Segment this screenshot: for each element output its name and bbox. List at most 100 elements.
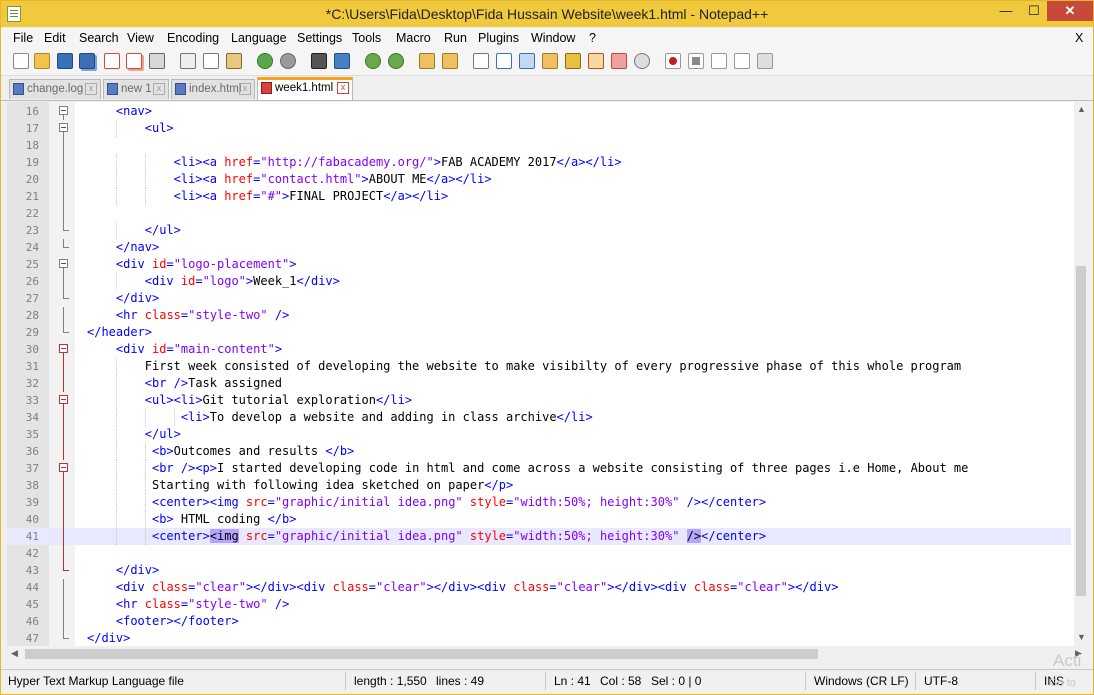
code-line[interactable]: 35 </ul> — [7, 426, 1071, 443]
menu-language[interactable]: Language — [231, 31, 287, 45]
code-line[interactable]: 43 </div> — [7, 562, 1071, 579]
code-line[interactable]: 44 <div class="clear"></div><div class="c… — [7, 579, 1071, 596]
save-icon[interactable] — [57, 53, 73, 69]
horizontal-scroll-thumb[interactable] — [25, 649, 818, 659]
code-line[interactable]: 42 — [7, 545, 1071, 562]
indent-guide-icon[interactable] — [519, 53, 535, 69]
save-macro-icon[interactable] — [757, 53, 773, 69]
play-macro-icon[interactable] — [711, 53, 727, 69]
code-line[interactable]: 46 <footer></footer> — [7, 613, 1071, 630]
menu-view[interactable]: View — [127, 31, 154, 45]
replace-icon[interactable] — [334, 53, 350, 69]
code-line[interactable]: 37 <br /><p>I started developing code in … — [7, 460, 1071, 477]
menu-file[interactable]: File — [13, 31, 33, 45]
code-line[interactable]: 32 <br />Task assigned — [7, 375, 1071, 392]
menu-help[interactable]: ? — [589, 31, 596, 45]
close-window-button[interactable]: ✕ — [1047, 1, 1093, 21]
code-line[interactable]: 28 <hr class="style-two" /> — [7, 307, 1071, 324]
tab-close-icon[interactable]: x — [153, 83, 165, 95]
tab-close-icon[interactable]: x — [85, 83, 97, 95]
fold-toggle-icon[interactable] — [59, 259, 68, 268]
sync-horizontal-icon[interactable] — [442, 53, 458, 69]
vertical-scroll-thumb[interactable] — [1076, 266, 1086, 596]
code-line[interactable]: 30 <div id="main-content"> — [7, 341, 1071, 358]
record-macro-icon[interactable] — [665, 53, 681, 69]
code-line[interactable]: 26 <div id="logo">Week_1</div> — [7, 273, 1071, 290]
fold-toggle-icon[interactable] — [59, 395, 68, 404]
code-line[interactable]: 16 <nav> — [7, 103, 1071, 120]
tab-new-1[interactable]: new 1 x — [103, 79, 169, 99]
tab-change-log[interactable]: change.log x — [9, 79, 101, 99]
menu-macro[interactable]: Macro — [396, 31, 431, 45]
scroll-left-icon[interactable]: ◀ — [11, 648, 18, 659]
code-editor[interactable]: 16 <nav> 17 <ul> 18 19 <li><a href="http://fab… — [7, 102, 1088, 646]
code-line[interactable]: 31 First week consisted of developing the… — [7, 358, 1071, 375]
code-line[interactable]: 20 <li><a href="contact.html">ABOUT ME</a… — [7, 171, 1071, 188]
folder-workspace-icon[interactable] — [611, 53, 627, 69]
menu-tools[interactable]: Tools — [352, 31, 381, 45]
code-line[interactable]: 17 <ul> — [7, 120, 1071, 137]
paste-icon[interactable] — [226, 53, 242, 69]
code-line[interactable]: 36 <b>Outcomes and results </b> — [7, 443, 1071, 460]
zoom-in-icon[interactable] — [365, 53, 381, 69]
menu-encoding[interactable]: Encoding — [167, 31, 219, 45]
find-icon[interactable] — [311, 53, 327, 69]
open-file-icon[interactable] — [34, 53, 50, 69]
fold-toggle-icon[interactable] — [59, 106, 68, 115]
tab-close-icon[interactable]: x — [337, 82, 349, 94]
tab-close-icon[interactable]: x — [239, 83, 251, 95]
menu-search[interactable]: Search — [79, 31, 119, 45]
close-document-x[interactable]: X — [1075, 31, 1083, 45]
horizontal-scrollbar[interactable]: ◀ ▶ — [7, 646, 1088, 662]
code-line[interactable]: 27 </div> — [7, 290, 1071, 307]
vertical-scrollbar[interactable]: ▲ ▼ — [1074, 102, 1088, 646]
monitoring-icon[interactable] — [634, 53, 650, 69]
cut-icon[interactable] — [180, 53, 196, 69]
redo-icon[interactable] — [280, 53, 296, 69]
show-all-chars-icon[interactable] — [496, 53, 512, 69]
code-line[interactable]: 29 </header> — [7, 324, 1071, 341]
new-file-icon[interactable] — [13, 53, 29, 69]
zoom-out-icon[interactable] — [388, 53, 404, 69]
menu-settings[interactable]: Settings — [297, 31, 342, 45]
scroll-down-icon[interactable]: ▼ — [1077, 632, 1086, 642]
function-list-icon[interactable] — [588, 53, 604, 69]
save-all-icon[interactable] — [79, 53, 95, 69]
code-line[interactable]: 39 <center><img src="graphic/initial idea… — [7, 494, 1071, 511]
undo-icon[interactable] — [257, 53, 273, 69]
stop-record-icon[interactable] — [688, 53, 704, 69]
code-line[interactable]: 40 <b> HTML coding </b> — [7, 511, 1071, 528]
fold-toggle-icon[interactable] — [59, 123, 68, 132]
fold-toggle-icon[interactable] — [59, 344, 68, 353]
minimize-button[interactable]: — — [991, 1, 1021, 21]
tab-index-html[interactable]: index.html x — [171, 79, 255, 99]
code-line[interactable]: 21 <li><a href="#">FINAL PROJECT</a></li> — [7, 188, 1071, 205]
fold-toggle-icon[interactable] — [59, 463, 68, 472]
menu-plugins[interactable]: Plugins — [478, 31, 519, 45]
code-line[interactable]: 34 <li>To develop a website and adding in… — [7, 409, 1071, 426]
code-line[interactable]: 22 — [7, 205, 1071, 222]
scroll-up-icon[interactable]: ▲ — [1077, 104, 1086, 114]
code-line[interactable]: 45 <hr class="style-two" /> — [7, 596, 1071, 613]
print-icon[interactable] — [149, 53, 165, 69]
user-language-icon[interactable] — [542, 53, 558, 69]
run-macro-multiple-icon[interactable] — [734, 53, 750, 69]
code-line[interactable]: 33 <ul><li>Git tutorial exploration</li> — [7, 392, 1071, 409]
code-line[interactable]: 19 <li><a href="http://fabacademy.org/">F… — [7, 154, 1071, 171]
word-wrap-icon[interactable] — [473, 53, 489, 69]
code-line[interactable]: 38 Starting with following idea sketched … — [7, 477, 1071, 494]
menu-edit[interactable]: Edit — [44, 31, 66, 45]
code-line[interactable]: 24 </nav> — [7, 239, 1071, 256]
maximize-button[interactable]: ☐ — [1019, 1, 1049, 21]
code-line[interactable]: 41 <center><img src="graphic/initial idea… — [7, 528, 1071, 545]
copy-icon[interactable] — [203, 53, 219, 69]
code-line[interactable]: 18 — [7, 137, 1071, 154]
code-line[interactable]: 25 <div id="logo-placement"> — [7, 256, 1071, 273]
tab-week1-html[interactable]: week1.html x — [257, 77, 353, 100]
doc-map-icon[interactable] — [565, 53, 581, 69]
menu-run[interactable]: Run — [444, 31, 467, 45]
close-all-icon[interactable] — [126, 53, 142, 69]
menu-window[interactable]: Window — [531, 31, 575, 45]
title-bar[interactable]: *C:\Users\Fida\Desktop\Fida Hussain Webs… — [1, 1, 1093, 27]
close-icon[interactable] — [104, 53, 120, 69]
